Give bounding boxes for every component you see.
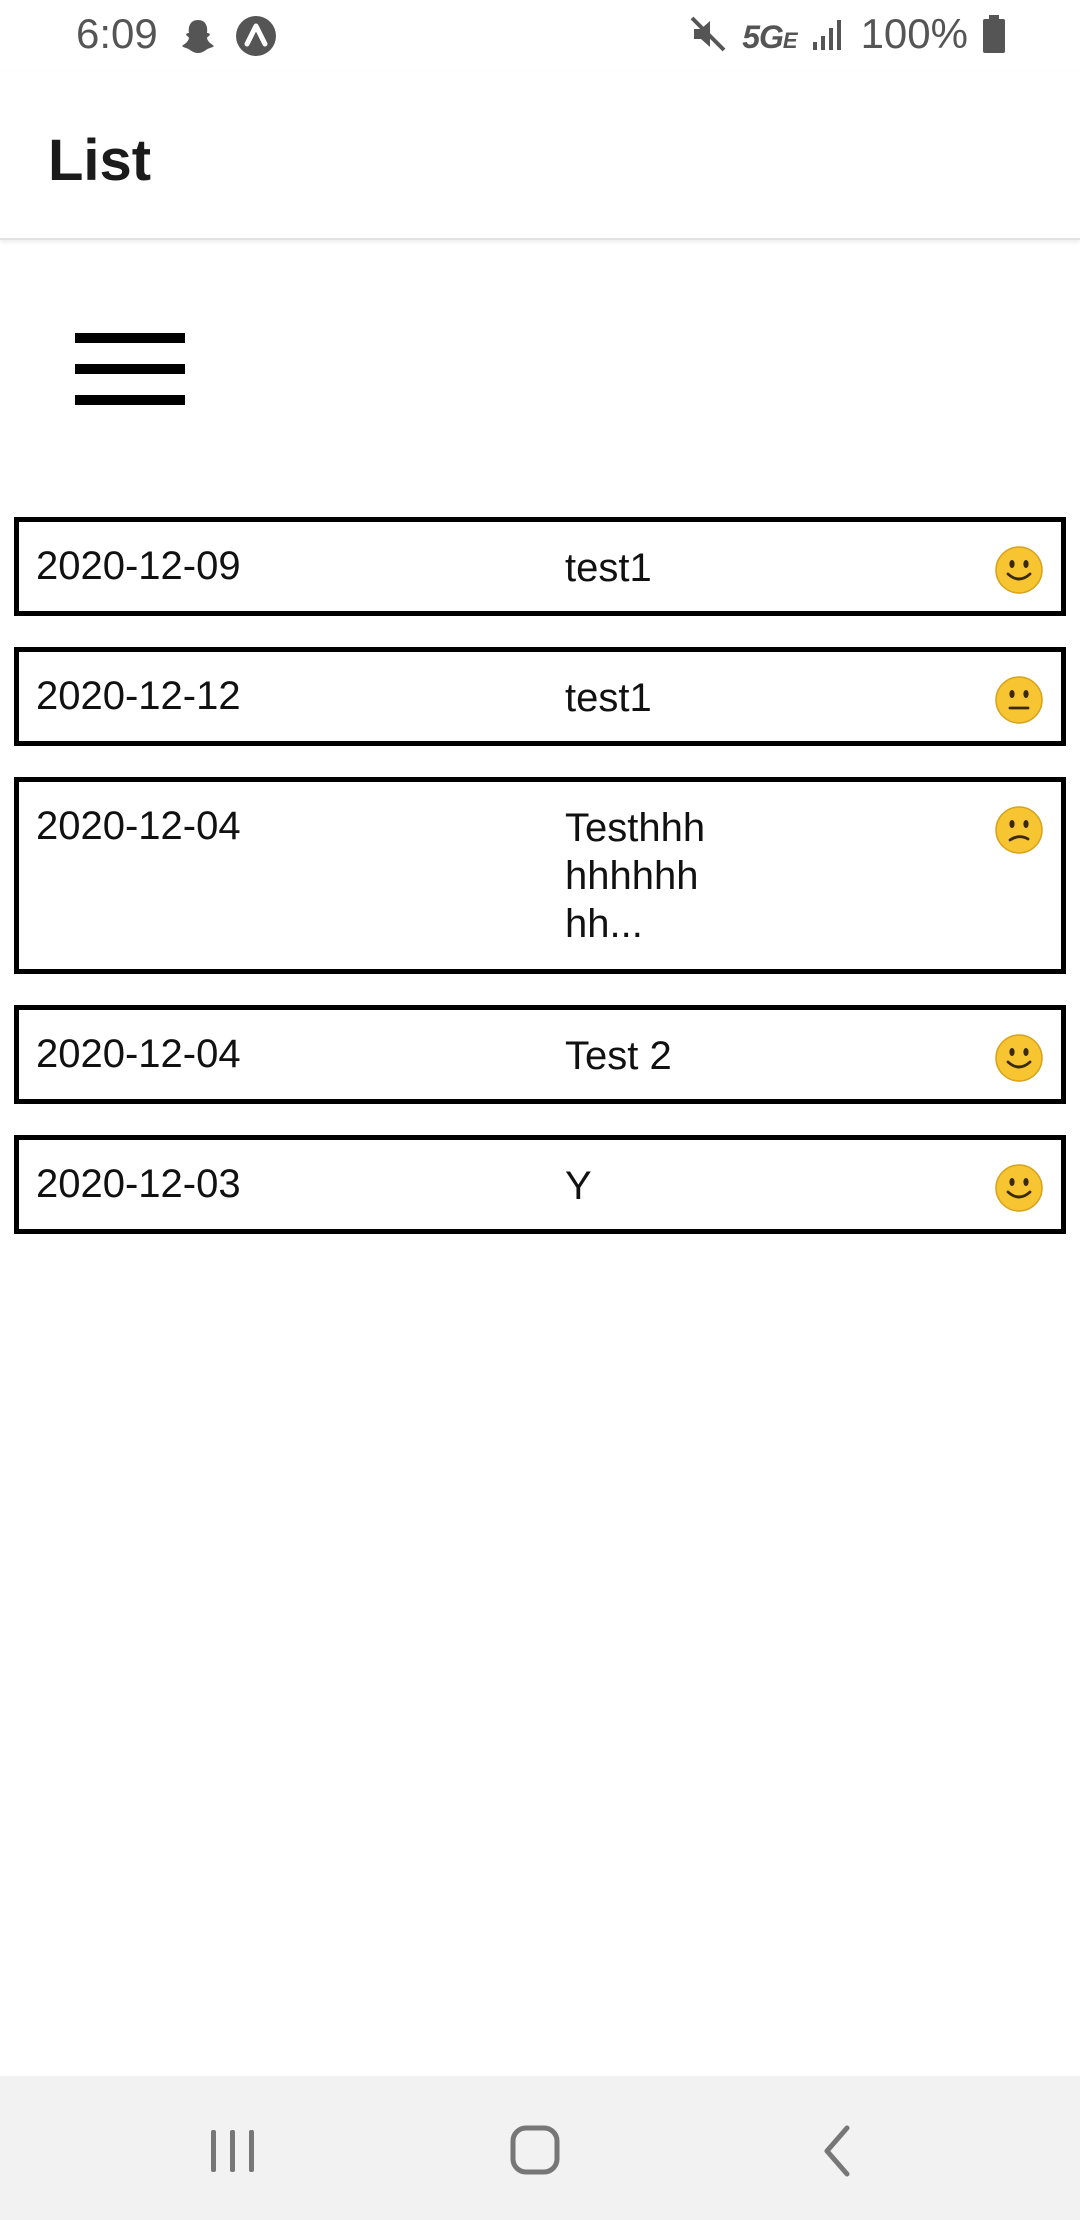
status-right: 5GE 100% (688, 10, 1006, 58)
mute-icon (690, 16, 726, 52)
status-left-icons (178, 14, 278, 58)
snapchat-icon (182, 20, 214, 53)
hamburger-menu-button[interactable] (72, 330, 188, 410)
entry-date: 2020-12-04 (36, 804, 241, 848)
signal-icon (812, 20, 841, 50)
entry-date: 2020-12-09 (36, 544, 241, 588)
sad-face-icon (995, 806, 1043, 854)
list-item[interactable]: 2020-12-03 Y (14, 1135, 1066, 1234)
home-button[interactable] (495, 2116, 575, 2186)
page-title: List (48, 128, 152, 193)
list-item[interactable]: 2020-12-09 test1 (14, 517, 1066, 616)
happy-face-icon (995, 546, 1043, 594)
status-bar: 6:09 5GE 100% (0, 0, 1080, 72)
entry-title: Testhhh hhhhhh hh... (565, 806, 706, 946)
battery-percent: 100% (860, 10, 968, 57)
recent-apps-icon (211, 2130, 254, 2172)
network-type: 5GE (742, 19, 797, 55)
notification-icon (236, 16, 276, 56)
entry-title: Test 2 (565, 1034, 672, 1078)
entry-date: 2020-12-12 (36, 674, 241, 718)
battery-icon (983, 15, 1005, 53)
back-button[interactable] (797, 2116, 877, 2186)
entry-date: 2020-12-04 (36, 1032, 241, 1076)
list-item[interactable]: 2020-12-04 Test 2 (14, 1005, 1066, 1104)
recent-apps-button[interactable] (193, 2116, 273, 2186)
list-item[interactable]: 2020-12-04 Testhhh hhhhhh hh... (14, 777, 1066, 974)
neutral-face-icon (995, 676, 1043, 724)
entry-title: test1 (565, 546, 652, 590)
system-nav-bar (0, 2076, 1080, 2220)
home-icon (510, 2125, 560, 2175)
status-time: 6:09 (76, 10, 158, 57)
back-icon (824, 2125, 850, 2177)
entry-date: 2020-12-03 (36, 1162, 241, 1206)
list-item[interactable]: 2020-12-12 test1 (14, 647, 1066, 746)
entry-list: 2020-12-09 test1 2020-12-12 test1 2020-1… (14, 517, 1066, 1265)
happy-face-icon (995, 1034, 1043, 1082)
happy-face-icon (995, 1164, 1043, 1212)
entry-title: Y (565, 1164, 592, 1208)
app-bar: List (0, 72, 1080, 240)
entry-title: test1 (565, 676, 652, 720)
